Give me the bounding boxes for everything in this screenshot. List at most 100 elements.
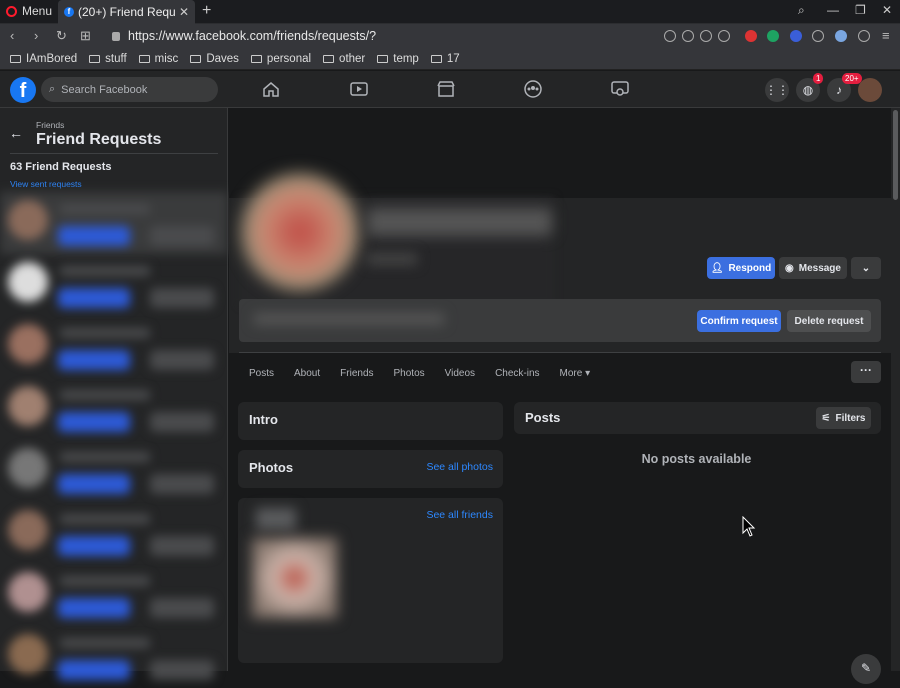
bookmark-folder[interactable]: IAmBored [10, 53, 77, 65]
tab-photos[interactable]: Photos [384, 358, 435, 388]
list-item[interactable] [0, 440, 228, 502]
list-item[interactable] [0, 502, 228, 564]
browser-tab-active[interactable]: f (20+) Friend Requests ✕ [58, 0, 195, 24]
account-avatar[interactable] [858, 78, 882, 102]
friend-requests-sidebar: ← Friends Friend Requests 63 Friend Requ… [0, 108, 228, 680]
restore-icon[interactable]: ❐ [855, 3, 866, 17]
confirm-button[interactable] [58, 598, 130, 618]
tab-posts[interactable]: Posts [239, 358, 284, 388]
list-item[interactable] [0, 378, 228, 440]
reload-icon[interactable]: ↻ [56, 28, 67, 44]
opera-menu-button[interactable]: Menu [6, 4, 52, 18]
delete-button[interactable] [150, 226, 214, 246]
delete-button[interactable] [150, 660, 214, 680]
list-item[interactable] [0, 254, 228, 316]
delete-request-button[interactable]: Delete request [787, 310, 871, 332]
tab-check-ins[interactable]: Check-ins [485, 358, 549, 388]
profile-avatar-icon[interactable] [835, 30, 847, 42]
tab-videos[interactable]: Videos [435, 358, 485, 388]
respond-button[interactable]: 👤︎ Respond [707, 257, 775, 279]
bookmark-folder[interactable]: stuff [89, 53, 127, 65]
snapshot-icon[interactable] [700, 30, 712, 42]
delete-button[interactable] [150, 536, 214, 556]
delete-button[interactable] [150, 350, 214, 370]
request-text-blur [254, 313, 444, 325]
delete-button[interactable] [150, 474, 214, 494]
new-message-button[interactable]: ✎ [851, 654, 881, 684]
speed-dial-icon[interactable]: ⊞ [80, 28, 91, 44]
list-item[interactable] [0, 316, 228, 378]
gaming-icon[interactable] [610, 80, 630, 98]
see-all-friends-link[interactable]: See all friends [426, 509, 493, 521]
forward-icon[interactable]: › [34, 28, 38, 43]
confirm-button[interactable] [58, 536, 130, 556]
grammarly-icon[interactable] [767, 30, 779, 42]
lock-icon [112, 31, 120, 41]
intro-title: Intro [249, 412, 278, 427]
browser-search-icon[interactable]: ⌕ [798, 3, 805, 18]
list-item[interactable] [0, 564, 228, 626]
see-all-photos-link[interactable]: See all photos [426, 461, 493, 473]
close-window-icon[interactable]: ✕ [882, 3, 892, 17]
watch-icon[interactable] [349, 80, 369, 98]
profile-picture[interactable] [241, 173, 359, 291]
confirm-button[interactable] [58, 226, 130, 246]
friend-thumbnail[interactable] [252, 538, 337, 618]
delete-button[interactable] [150, 598, 214, 618]
groups-icon[interactable] [523, 80, 543, 98]
folder-icon [10, 54, 21, 63]
browser-menu-icon[interactable]: ≡ [882, 28, 890, 43]
url-field[interactable]: https://www.facebook.com/friends/request… [112, 27, 672, 45]
extension-red-icon[interactable] [745, 30, 757, 42]
minimize-icon[interactable]: — [827, 3, 839, 17]
marketplace-icon[interactable] [436, 80, 456, 98]
search-ext-icon[interactable] [664, 30, 676, 42]
bookmark-folder[interactable]: misc [138, 53, 178, 65]
tab-more[interactable]: More ▾ [550, 358, 601, 388]
bookmark-folder[interactable]: personal [250, 53, 311, 65]
facebook-header: f ⌕ Search Facebook ⋮⋮ ◍ 1 ♪ 20+ [0, 71, 900, 108]
search-input[interactable]: ⌕ Search Facebook [41, 77, 218, 102]
confirm-button[interactable] [58, 350, 130, 370]
bookmark-folder[interactable]: other [323, 53, 365, 65]
scrollbar-thumb[interactable] [893, 110, 898, 200]
breadcrumb[interactable]: Friends [36, 120, 64, 130]
confirm-button[interactable] [58, 474, 130, 494]
facebook-logo-icon[interactable]: f [10, 77, 36, 103]
bookmark-folder[interactable]: Daves [190, 53, 239, 65]
more-options-button[interactable]: ⌄ [851, 257, 881, 279]
cube-icon[interactable] [812, 30, 824, 42]
new-tab-button[interactable]: + [202, 2, 211, 20]
back-arrow-icon[interactable]: ← [9, 125, 23, 141]
list-item[interactable] [0, 626, 228, 688]
home-icon[interactable] [261, 80, 281, 98]
vpn-icon[interactable] [682, 30, 694, 42]
filters-button[interactable]: ⚟ Filters [816, 407, 871, 429]
confirm-button[interactable] [58, 288, 130, 308]
confirm-button[interactable] [58, 412, 130, 432]
delete-button[interactable] [150, 412, 214, 432]
tab-friends[interactable]: Friends [330, 358, 383, 388]
heart-icon[interactable] [718, 30, 730, 42]
confirm-button[interactable] [58, 660, 130, 680]
profile-preview: 👤︎ Respond ◉ Message ⌄ Confirm request D… [229, 108, 891, 671]
back-icon[interactable]: ‹ [10, 28, 14, 43]
bookmark-label: IAmBored [26, 52, 78, 65]
view-sent-requests-link[interactable]: View sent requests [10, 179, 82, 189]
shield-extension-icon[interactable] [790, 30, 802, 42]
delete-button[interactable] [150, 288, 214, 308]
page-title: Friend Requests [36, 131, 162, 148]
list-item[interactable] [0, 192, 228, 254]
bookmark-folder[interactable]: 17 [430, 53, 460, 65]
confirm-request-button[interactable]: Confirm request [697, 310, 781, 332]
avatar [8, 634, 48, 674]
bookmarks-bar: IAmBored stuff misc Daves personal other… [0, 48, 900, 70]
tab-close-icon[interactable]: ✕ [179, 5, 189, 19]
menu-grid-icon[interactable]: ⋮⋮ [765, 78, 789, 102]
tab-about[interactable]: About [284, 358, 330, 388]
delete-label: Delete request [794, 315, 864, 327]
more-dots-button[interactable]: ··· [851, 361, 881, 383]
download-icon[interactable] [858, 30, 870, 42]
message-button[interactable]: ◉ Message [779, 257, 847, 279]
bookmark-folder[interactable]: temp [377, 53, 419, 65]
